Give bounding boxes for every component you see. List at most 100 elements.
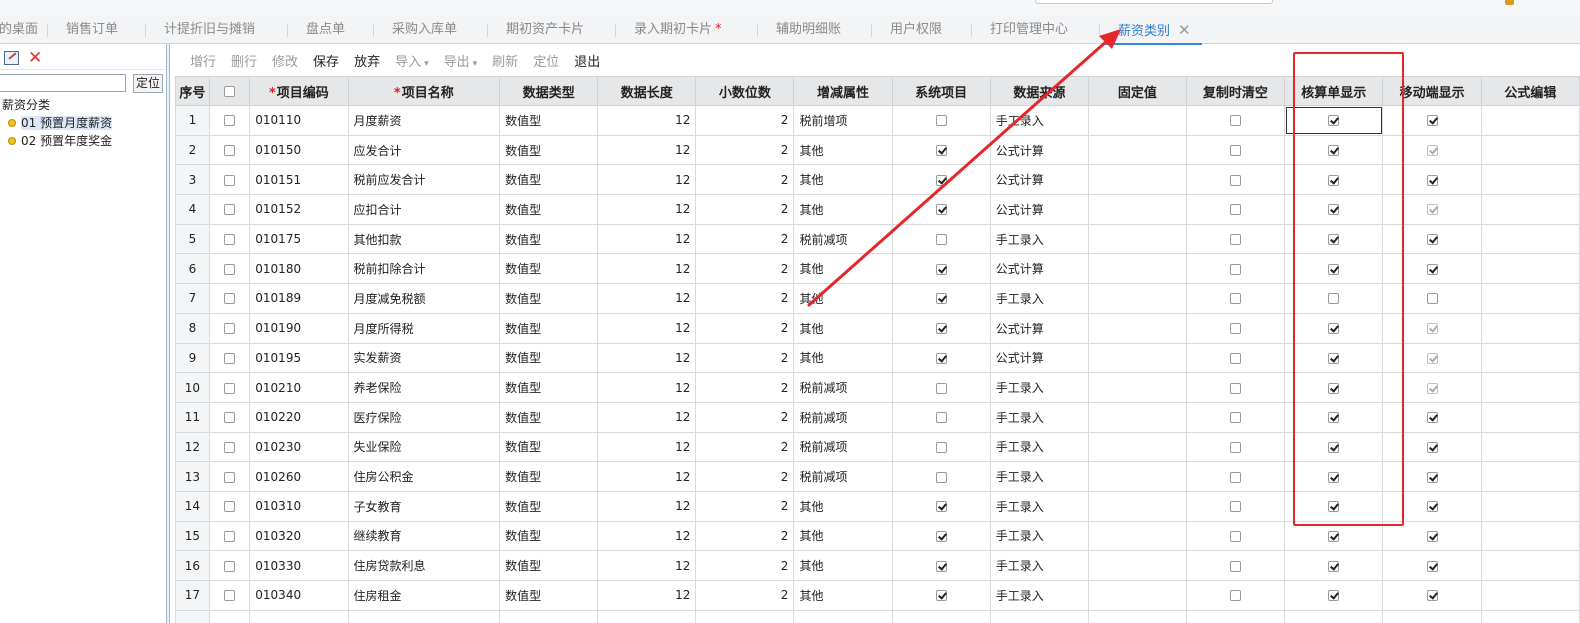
toolbar-button-4[interactable]: 放弃	[354, 51, 380, 70]
row-select-cell[interactable]	[208, 372, 251, 403]
acct-checkbox[interactable]	[1328, 115, 1340, 127]
cell-clear[interactable]	[1185, 609, 1286, 623]
cell-code[interactable]: 010110	[249, 105, 349, 136]
acct-checkbox[interactable]	[1328, 352, 1340, 364]
cell-dtype[interactable]: 数值型	[499, 372, 599, 403]
cell-clear[interactable]	[1185, 550, 1286, 581]
mobile-checkbox[interactable]	[1426, 323, 1438, 335]
cell-dlen[interactable]: 12	[597, 401, 697, 433]
cell-name[interactable]: 医疗保险	[347, 401, 501, 433]
sys-checkbox[interactable]	[935, 530, 947, 542]
sys-checkbox[interactable]	[935, 293, 947, 305]
cell-sys[interactable]	[891, 105, 991, 136]
row-select-checkbox[interactable]	[224, 263, 236, 275]
cell-mobile[interactable]	[1382, 401, 1482, 433]
cell-fixed[interactable]	[1087, 342, 1187, 374]
cell-clear[interactable]	[1185, 223, 1286, 255]
cell-acct[interactable]	[1284, 283, 1384, 314]
row-select-checkbox[interactable]	[224, 441, 236, 453]
toolbar-button-3[interactable]: 保存	[313, 51, 339, 70]
column-header-dlen[interactable]: 数据长度	[597, 76, 697, 106]
row-select-cell[interactable]	[208, 520, 251, 552]
cell-attr[interactable]: 税前减项	[793, 401, 893, 433]
cell-code[interactable]: 010310	[249, 490, 349, 522]
cell-mobile[interactable]	[1382, 105, 1482, 136]
sys-checkbox[interactable]	[935, 204, 947, 216]
cell-sys[interactable]	[891, 342, 991, 374]
clear-checkbox[interactable]	[1229, 471, 1241, 483]
cell-sys[interactable]	[891, 253, 991, 285]
cell-formula[interactable]	[1480, 283, 1580, 314]
cell-dtype[interactable]: 数值型	[499, 194, 599, 225]
column-header-formula[interactable]: 公式编辑	[1480, 76, 1580, 106]
sys-checkbox[interactable]	[935, 234, 947, 246]
tree-search-input[interactable]	[0, 74, 126, 92]
mobile-checkbox[interactable]	[1426, 471, 1438, 483]
column-header-mobile[interactable]: 移动端显示	[1382, 76, 1482, 106]
cell-dec[interactable]: 2	[695, 580, 795, 611]
cell-dec[interactable]: 2	[695, 134, 795, 166]
clear-checkbox[interactable]	[1229, 293, 1241, 305]
row-select-checkbox[interactable]	[224, 174, 236, 186]
cell-dec[interactable]: 2	[695, 312, 795, 344]
table-row[interactable]: 2 010150 应发合计 数值型 12 2 其他 公式计算	[175, 134, 1580, 166]
table-row[interactable]: 5 010175 其他扣款 数值型 12 2 税前减项 手工录入	[175, 223, 1580, 255]
cell-mobile[interactable]	[1382, 550, 1482, 581]
cell-src[interactable]: 手工录入	[989, 283, 1089, 314]
toolbar-button-6[interactable]: 导出 ▾	[444, 51, 478, 70]
table-row[interactable]: 6 010180 税前扣除合计 数值型 12 2 其他 公式计算	[175, 253, 1580, 285]
cell-formula[interactable]	[1480, 431, 1580, 463]
cell-code[interactable]: 010152	[249, 194, 349, 225]
sys-checkbox[interactable]	[935, 560, 947, 572]
cell-code[interactable]: 010189	[249, 283, 349, 314]
cell-src[interactable]: 公式计算	[989, 342, 1089, 374]
cell-acct[interactable]	[1284, 105, 1384, 136]
cell-dtype[interactable]	[499, 609, 599, 623]
table-row[interactable]: 8 010190 月度所得税 数值型 12 2 其他 公式计算	[175, 312, 1580, 344]
cell-name[interactable]: 实发薪资	[347, 342, 501, 374]
sys-checkbox[interactable]	[935, 352, 947, 364]
cell-src[interactable]: 手工录入	[989, 401, 1089, 433]
row-select-checkbox[interactable]	[224, 501, 236, 513]
cell-src[interactable]: 公式计算	[989, 312, 1089, 344]
cell-dlen[interactable]: 12	[597, 580, 697, 611]
cell-name[interactable]: 失业保险	[347, 431, 501, 463]
tab-7[interactable]: 辅助明细账	[758, 16, 872, 44]
cell-mobile[interactable]	[1382, 520, 1482, 552]
cell-attr[interactable]: 其他	[793, 342, 893, 374]
acct-checkbox[interactable]	[1328, 382, 1340, 394]
tab-6[interactable]: 录入期初卡片 *	[616, 16, 758, 44]
acct-checkbox[interactable]	[1328, 204, 1340, 216]
table-row[interactable]: 11 010220 医疗保险 数值型 12 2 税前减项 手工录入	[175, 401, 1580, 433]
table-row[interactable]: 9 010195 实发薪资 数值型 12 2 其他 公式计算	[175, 342, 1580, 374]
clear-checkbox[interactable]	[1229, 263, 1241, 275]
cell-sys[interactable]	[891, 609, 991, 623]
sys-checkbox[interactable]	[935, 501, 947, 513]
row-select-checkbox[interactable]	[224, 145, 236, 157]
cell-mobile[interactable]	[1382, 490, 1482, 522]
cell-dlen[interactable]: 12	[597, 194, 697, 225]
cell-mobile[interactable]	[1382, 461, 1482, 492]
cell-clear[interactable]	[1185, 312, 1286, 344]
cell-dec[interactable]: 2	[695, 520, 795, 552]
sys-checkbox[interactable]	[935, 382, 947, 394]
cell-attr[interactable]: 其他	[793, 550, 893, 581]
row-select-checkbox[interactable]	[224, 412, 236, 424]
splitter-handle[interactable]	[166, 44, 170, 623]
clear-checkbox[interactable]	[1229, 501, 1241, 513]
row-select-cell[interactable]	[208, 431, 251, 463]
row-select-checkbox[interactable]	[224, 590, 236, 602]
cell-dtype[interactable]: 数值型	[499, 134, 599, 166]
clear-checkbox[interactable]	[1229, 590, 1241, 602]
sys-checkbox[interactable]	[935, 145, 947, 157]
acct-checkbox[interactable]	[1328, 441, 1340, 453]
column-header-dtype[interactable]: 数据类型	[499, 76, 599, 106]
tab-4[interactable]: 采购入库单	[374, 16, 488, 44]
cell-sys[interactable]	[891, 283, 991, 314]
cell-formula[interactable]	[1480, 461, 1580, 492]
cell-formula[interactable]	[1480, 609, 1580, 623]
cell-clear[interactable]	[1185, 164, 1286, 196]
cell-fixed[interactable]	[1087, 401, 1187, 433]
cell-acct[interactable]	[1284, 490, 1384, 522]
row-select-cell[interactable]	[208, 253, 251, 285]
